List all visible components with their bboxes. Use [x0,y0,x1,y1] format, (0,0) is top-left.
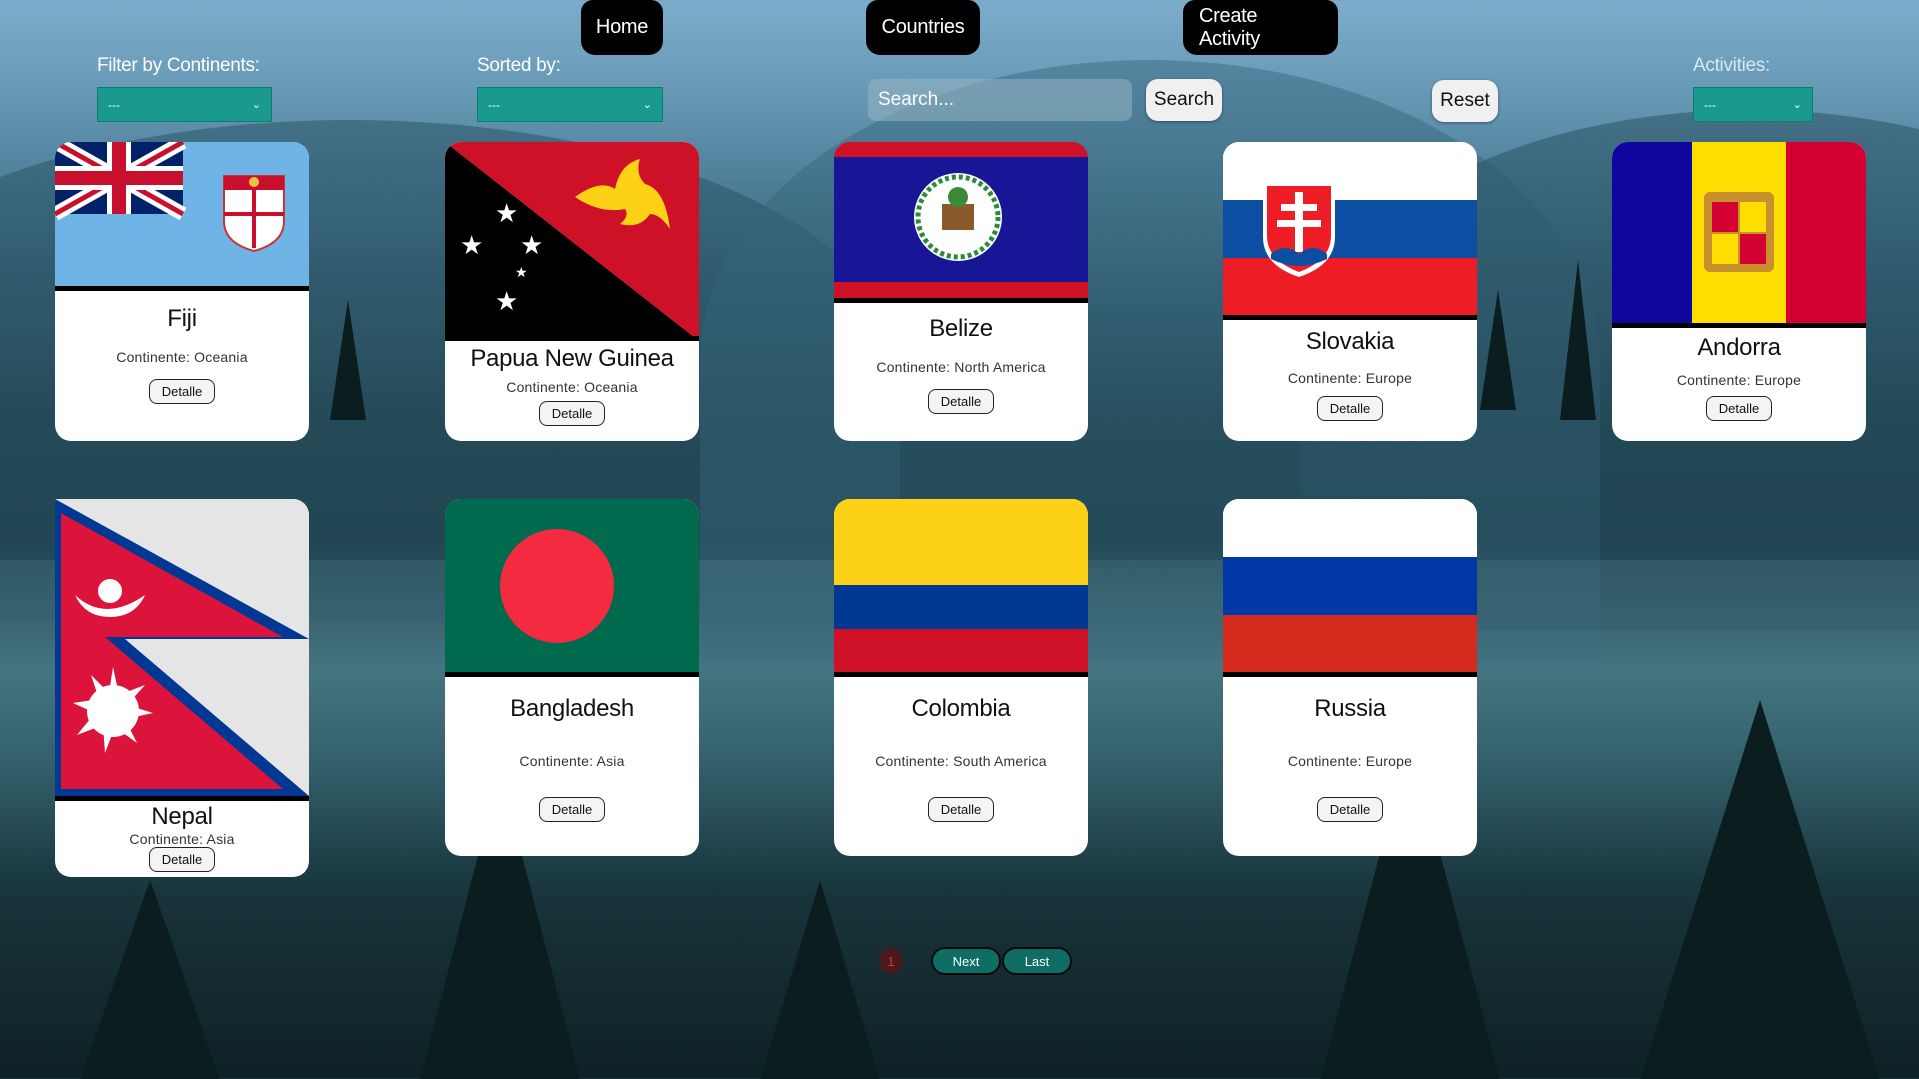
svg-text:★: ★ [520,231,543,261]
activities-filter-value: --- [1704,97,1716,112]
country-name: Bangladesh [510,695,634,722]
detail-button[interactable]: Detalle [927,797,995,822]
belize-flag [834,142,1088,303]
detail-button[interactable]: Detalle [1316,797,1384,822]
country-continent: Continente: Oceania [506,379,638,395]
country-continent: Continente: Europe [1676,372,1802,388]
search-input[interactable]: Search... [868,79,1132,121]
country-card: Bangladesh Continente: Asia Detalle [445,499,699,856]
chevron-down-icon: ⌄ [251,99,261,111]
reset-button[interactable]: Reset [1432,80,1498,122]
colombia-flag [834,499,1088,677]
last-page-button[interactable]: Last [1002,947,1072,975]
sort-select[interactable]: --- ⌄ [477,87,663,122]
papua-new-guinea-flag: ★ ★ ★ ★ ★ [445,142,699,341]
sort-label: Sorted by: [477,55,561,76]
country-continent: Continente: Europe [1287,370,1413,386]
country-name: Russia [1314,695,1386,722]
detail-button[interactable]: Detalle [1316,396,1384,421]
detail-button[interactable]: Detalle [148,847,216,872]
country-name: Andorra [1697,334,1781,361]
russia-flag [1223,499,1477,677]
country-name: Nepal [151,803,213,830]
slovakia-flag [1223,142,1477,320]
chevron-down-icon: ⌄ [1792,99,1802,111]
country-card: Fiji Continente: Oceania Detalle [55,142,309,441]
detail-button[interactable]: Detalle [538,401,606,426]
detail-button[interactable]: Detalle [148,379,216,404]
country-card: Andorra Continente: Europe Detalle [1612,142,1866,441]
nepal-flag [55,499,309,801]
country-continent: Continente: Asia [519,753,625,769]
svg-text:★: ★ [495,287,518,317]
search-button[interactable]: Search [1146,79,1222,121]
country-name: Fiji [167,305,197,332]
continent-filter-value: --- [108,97,120,112]
current-page-indicator[interactable]: 1 [879,948,903,974]
country-card: Colombia Continente: South America Detal… [834,499,1088,856]
next-page-button[interactable]: Next [931,947,1001,975]
create-activity-button[interactable]: Create Activity [1183,0,1338,55]
svg-text:★: ★ [460,231,483,261]
countries-button[interactable]: Countries [866,0,980,55]
country-continent: Continente: North America [876,359,1046,375]
continent-filter-label: Filter by Continents: [97,55,260,76]
home-button[interactable]: Home [581,0,663,55]
country-continent: Continente: Asia [129,831,235,847]
svg-text:★: ★ [515,265,528,281]
andorra-flag [1612,142,1866,328]
country-continent: Continente: South America [875,753,1047,769]
country-card: Belize Continente: North America Detalle [834,142,1088,441]
detail-button[interactable]: Detalle [538,797,606,822]
country-name: Slovakia [1305,328,1395,355]
bangladesh-flag [445,499,699,677]
sort-value: --- [488,97,500,112]
activities-filter-select[interactable]: --- ⌄ [1693,87,1813,122]
country-name: Belize [929,315,993,342]
country-card: Slovakia Continente: Europe Detalle [1223,142,1477,441]
country-continent: Continente: Oceania [116,349,248,365]
country-card: Nepal Continente: Asia Detalle [55,499,309,877]
svg-text:★: ★ [495,199,518,229]
country-card: Russia Continente: Europe Detalle [1223,499,1477,856]
detail-button[interactable]: Detalle [927,389,995,414]
country-name: Colombia [911,695,1011,722]
detail-button[interactable]: Detalle [1705,396,1773,421]
country-card: ★ ★ ★ ★ ★ Papua New Guinea Continente: O… [445,142,699,441]
country-name: Papua New Guinea [470,345,674,372]
chevron-down-icon: ⌄ [642,99,652,111]
country-continent: Continente: Europe [1287,753,1413,769]
continent-filter-select[interactable]: --- ⌄ [97,87,272,122]
activities-filter-label: Activities: [1693,55,1770,76]
fiji-flag [55,142,309,291]
